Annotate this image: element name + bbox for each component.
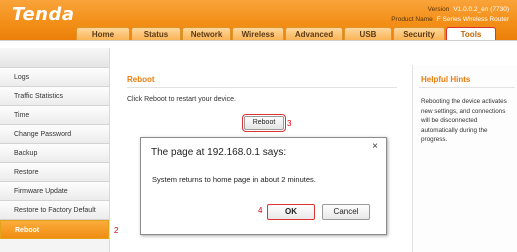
tab-usb[interactable]: USB	[344, 27, 392, 41]
sidebar-item-change-password[interactable]: Change Password	[0, 125, 109, 144]
tab-network[interactable]: Network	[182, 27, 231, 41]
tab-home[interactable]: Home	[76, 27, 130, 41]
alert-dialog: The page at 192.168.0.1 says: × System r…	[140, 137, 387, 235]
ok-button[interactable]: OK	[267, 204, 315, 220]
version-label: Version	[427, 6, 450, 13]
title-divider	[127, 87, 397, 88]
sidebar: Logs Traffic Statistics Time Change Pass…	[0, 48, 110, 252]
version-value: V1.0.0.2_en (7730)	[453, 6, 509, 13]
callout-4: 4	[258, 206, 263, 215]
callout-3: 3	[287, 119, 292, 128]
cancel-button[interactable]: Cancel	[322, 204, 370, 220]
tab-advanced[interactable]: Advanced	[285, 27, 343, 41]
tab-tools[interactable]: Tools	[446, 27, 496, 41]
product-value: F Series Wireless Router	[436, 16, 509, 23]
sidebar-item-reboot[interactable]: Reboot	[0, 220, 109, 239]
sidebar-item-restore-factory-default[interactable]: Restore to Factory Default	[0, 201, 109, 220]
sidebar-item-time[interactable]: Time	[0, 106, 109, 125]
reboot-button[interactable]: Reboot	[242, 114, 286, 132]
sidebar-item-restore[interactable]: Restore	[0, 163, 109, 182]
sidebar-item-traffic-statistics[interactable]: Traffic Statistics	[0, 87, 109, 106]
tab-status[interactable]: Status	[131, 27, 181, 41]
hints-text: Rebooting the device activates new setti…	[421, 98, 507, 143]
page-title: Reboot	[127, 75, 155, 84]
helpful-hints-panel: Helpful Hints Rebooting the device activ…	[412, 65, 517, 252]
callout-2: 2	[114, 226, 119, 235]
sidebar-item-firmware-update[interactable]: Firmware Update	[0, 182, 109, 201]
close-icon[interactable]: ×	[372, 141, 378, 152]
product-info: Product Name F Series Wireless Router	[391, 16, 509, 23]
hints-divider	[419, 87, 515, 88]
sidebar-item-logs[interactable]: Logs	[0, 68, 109, 87]
sidebar-item-backup[interactable]: Backup	[0, 144, 109, 163]
main-nav-tabs: Home Status Network Wireless Advanced US…	[76, 27, 496, 41]
tenda-logo: Tenda	[12, 4, 75, 25]
tab-security[interactable]: Security	[393, 27, 445, 41]
dialog-title: The page at 192.168.0.1 says:	[151, 147, 287, 158]
hints-title: Helpful Hints	[421, 75, 471, 84]
dialog-message: System returns to home page in about 2 m…	[152, 175, 316, 184]
product-label: Product Name	[391, 16, 433, 23]
tab-wireless[interactable]: Wireless	[232, 27, 284, 41]
page-description: Click Reboot to restart your device.	[127, 96, 236, 103]
version-info: Version V1.0.0.2_en (7730)	[428, 6, 509, 13]
sidebar-header	[0, 48, 109, 68]
